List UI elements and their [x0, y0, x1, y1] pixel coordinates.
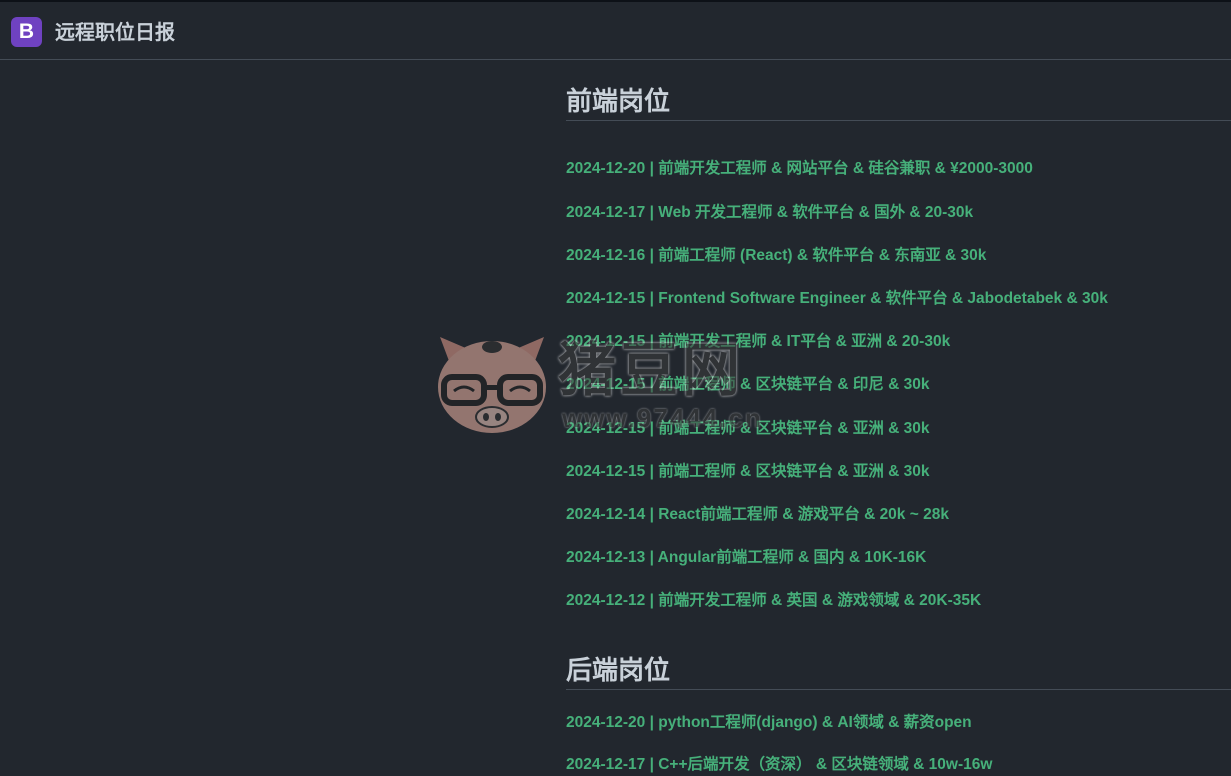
- job-link[interactable]: 2024-12-15 | 前端工程师 & 区块链平台 & 亚洲 & 30k: [566, 418, 930, 440]
- job-link[interactable]: 2024-12-15 | 前端工程师 & 区块链平台 & 亚洲 & 30k: [566, 461, 930, 483]
- job-link[interactable]: 2024-12-12 | 前端开发工程师 & 英国 & 游戏领域 & 20K-3…: [566, 590, 981, 612]
- section-heading-frontend: 前端岗位: [566, 84, 1231, 121]
- section-heading-backend: 后端岗位: [566, 653, 1231, 690]
- job-link[interactable]: 2024-12-17 | Web 开发工程师 & 软件平台 & 国外 & 20-…: [566, 202, 973, 224]
- job-link[interactable]: 2024-12-16 | 前端工程师 (React) & 软件平台 & 东南亚 …: [566, 245, 986, 267]
- job-link[interactable]: 2024-12-14 | React前端工程师 & 游戏平台 & 20k ~ 2…: [566, 504, 949, 526]
- site-title[interactable]: 远程职位日报: [55, 20, 175, 46]
- job-link[interactable]: 2024-12-20 | 前端开发工程师 & 网站平台 & 硅谷兼职 & ¥20…: [566, 158, 1033, 180]
- job-link[interactable]: 2024-12-15 | 前端工程师 & 区块链平台 & 印尼 & 30k: [566, 374, 930, 396]
- job-link[interactable]: 2024-12-15 | Frontend Software Engineer …: [566, 288, 1108, 310]
- pig-mascot-icon: [438, 337, 546, 433]
- brand-logo-icon[interactable]: B: [11, 17, 42, 47]
- job-link[interactable]: 2024-12-17 | C++后端开发（资深） & 区块链领域 & 10w-1…: [566, 754, 992, 776]
- job-link[interactable]: 2024-12-13 | Angular前端工程师 & 国内 & 10K-16K: [566, 547, 926, 569]
- job-link[interactable]: 2024-12-15 | 前端开发工程师 & IT平台 & 亚洲 & 20-30…: [566, 331, 950, 353]
- navbar: B 远程职位日报: [0, 2, 1231, 60]
- job-link[interactable]: 2024-12-20 | python工程师(django) & AI领域 & …: [566, 712, 972, 734]
